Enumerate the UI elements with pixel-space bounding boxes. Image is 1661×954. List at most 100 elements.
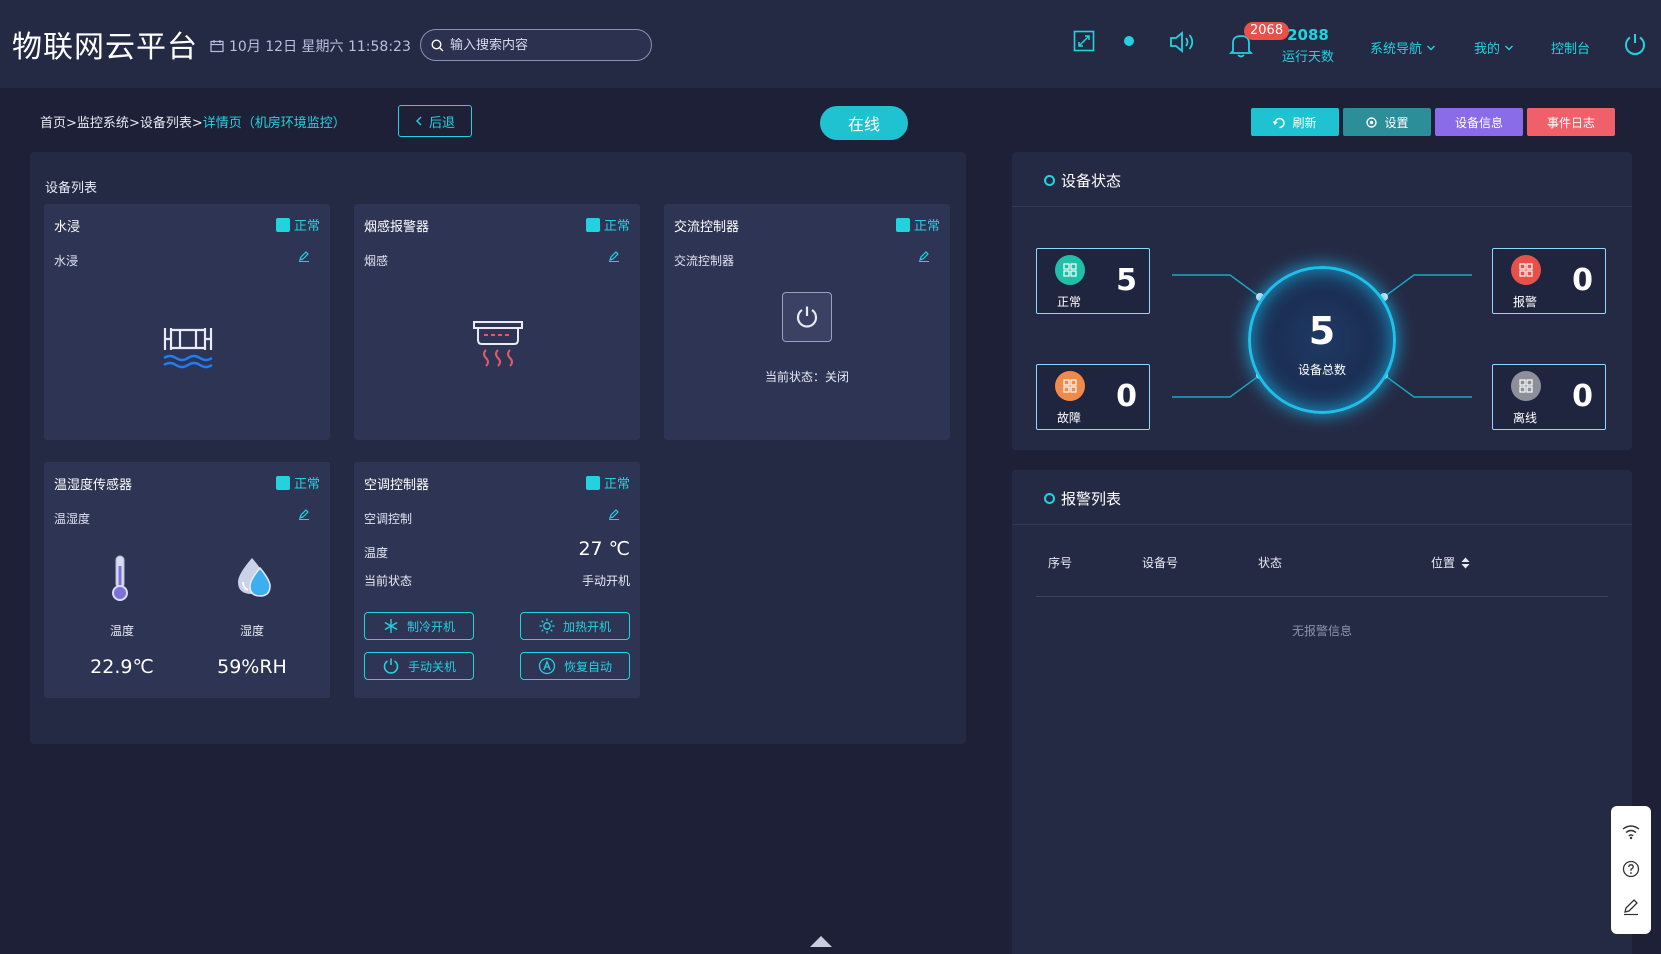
edit-icon[interactable] bbox=[608, 508, 620, 520]
back-label: 后退 bbox=[428, 114, 455, 130]
power-icon bbox=[383, 658, 399, 674]
aircon-state-value: 手动开机 bbox=[581, 574, 630, 588]
edit-icon[interactable] bbox=[608, 250, 620, 262]
stat-fault-value: 0 bbox=[1116, 379, 1137, 414]
nav-mine[interactable]: 我的 bbox=[1474, 38, 1514, 57]
edit-icon[interactable] bbox=[1622, 898, 1640, 916]
edit-icon[interactable] bbox=[298, 250, 310, 262]
status-badge: 正常 bbox=[275, 473, 320, 492]
nav-system[interactable]: 系统导航 bbox=[1370, 38, 1436, 57]
chevron-down-icon bbox=[1505, 45, 1514, 50]
card-subtitle: 空调控制 bbox=[364, 512, 413, 526]
table-header-divider bbox=[1036, 596, 1608, 597]
breadcrumb-home[interactable]: 首页 bbox=[40, 116, 66, 131]
device-status-title-text: 设备状态 bbox=[1061, 172, 1122, 190]
total-devices-label: 设备总数 bbox=[1297, 363, 1346, 377]
heat-on-button[interactable]: 加热开机 bbox=[520, 612, 630, 640]
stat-normal[interactable]: 正常 5 bbox=[1036, 248, 1150, 314]
status-square bbox=[275, 217, 290, 232]
refresh-button[interactable]: 刷新 bbox=[1251, 108, 1339, 136]
card-title: 水浸 bbox=[54, 220, 81, 235]
status-text: 正常 bbox=[293, 477, 320, 492]
device-list-title: 设备列表 bbox=[45, 181, 98, 196]
online-status-pill: 在线 bbox=[820, 106, 908, 140]
col-location[interactable]: 位置 bbox=[1431, 554, 1470, 571]
search-input[interactable] bbox=[450, 37, 630, 53]
power-icon bbox=[796, 306, 818, 328]
run-days: 2088 运行天数 bbox=[1282, 26, 1334, 65]
chevron-down-icon bbox=[1427, 45, 1436, 50]
breadcrumb: 首页>监控系统>设备列表>详情页（机房环境监控） bbox=[40, 112, 346, 131]
card-title: 温湿度传感器 bbox=[54, 478, 133, 493]
device-card-aircon[interactable]: 空调控制器 正常 空调控制 温度 27 ℃ 当前状态 手动开机 制冷开机 加热开… bbox=[354, 462, 640, 698]
temperature-value: 22.9℃ bbox=[90, 656, 154, 678]
nav-mine-label: 我的 bbox=[1474, 42, 1501, 57]
event-log-label: 事件日志 bbox=[1546, 115, 1595, 130]
ring-icon bbox=[1044, 175, 1055, 186]
status-badge: 正常 bbox=[275, 215, 320, 234]
stat-normal-value: 5 bbox=[1116, 263, 1137, 298]
cool-on-button[interactable]: 制冷开机 bbox=[364, 612, 474, 640]
stat-fault[interactable]: 故障 0 bbox=[1036, 364, 1150, 430]
power-icon[interactable] bbox=[1623, 32, 1647, 56]
gear-icon bbox=[1366, 116, 1378, 128]
normal-icon bbox=[1055, 255, 1085, 285]
empty-alarm-text: 无报警信息 bbox=[1291, 624, 1352, 638]
power-toggle-button[interactable] bbox=[782, 292, 832, 342]
status-text: 正常 bbox=[913, 219, 940, 234]
aircon-temp-value: 27 ℃ bbox=[578, 538, 630, 560]
device-info-button[interactable]: 设备信息 bbox=[1435, 108, 1523, 136]
refresh-label: 刷新 bbox=[1292, 115, 1317, 130]
device-card-smoke[interactable]: 烟感报警器 正常 烟感 bbox=[354, 204, 640, 440]
device-list-panel: 设备列表 水浸 正常 水浸 烟感报警器 正常 烟感 交流控制器 正常 交流控制器 bbox=[30, 152, 966, 744]
card-title: 空调控制器 bbox=[364, 478, 430, 493]
sun-icon bbox=[539, 618, 555, 634]
divider bbox=[1012, 524, 1632, 525]
cool-on-label: 制冷开机 bbox=[406, 619, 455, 634]
col-status: 状态 bbox=[1258, 556, 1283, 570]
edit-icon[interactable] bbox=[298, 508, 310, 520]
nav-console[interactable]: 控制台 bbox=[1551, 38, 1590, 57]
wifi-icon[interactable] bbox=[1622, 824, 1640, 840]
temperature-label: 温度 bbox=[109, 624, 134, 638]
help-icon[interactable] bbox=[1622, 860, 1640, 878]
manual-off-button[interactable]: 手动关机 bbox=[364, 652, 474, 680]
stat-offline-value: 0 bbox=[1572, 379, 1593, 414]
stat-offline[interactable]: 离线 0 bbox=[1492, 364, 1606, 430]
breadcrumb-monitor[interactable]: 监控系统 bbox=[77, 116, 129, 131]
status-square bbox=[585, 217, 600, 232]
nav-system-label: 系统导航 bbox=[1370, 42, 1423, 57]
status-dot-icon bbox=[1124, 36, 1134, 46]
device-card-water[interactable]: 水浸 正常 水浸 bbox=[44, 204, 330, 440]
alarm-icon bbox=[1511, 255, 1541, 285]
stat-fault-label: 故障 bbox=[1057, 411, 1082, 425]
nav-console-label: 控制台 bbox=[1551, 42, 1591, 57]
run-days-value: 2088 bbox=[1287, 26, 1329, 44]
device-card-ac-power[interactable]: 交流控制器 正常 交流控制器 当前状态：关闭 bbox=[664, 204, 950, 440]
settings-button[interactable]: 设置 bbox=[1343, 108, 1431, 136]
device-info-label: 设备信息 bbox=[1454, 115, 1503, 130]
total-devices-orb: 5 设备总数 bbox=[1248, 266, 1396, 414]
sort-icon[interactable] bbox=[1461, 557, 1470, 569]
alarm-list-title: 报警列表 bbox=[1044, 488, 1121, 509]
fullscreen-icon[interactable] bbox=[1073, 30, 1095, 52]
volume-icon[interactable] bbox=[1169, 30, 1197, 54]
breadcrumb-device-list[interactable]: 设备列表 bbox=[140, 116, 192, 131]
edit-icon[interactable] bbox=[918, 250, 930, 262]
stat-alarm[interactable]: 报警 0 bbox=[1492, 248, 1606, 314]
run-days-label: 运行天数 bbox=[1282, 50, 1335, 65]
water-leak-icon bbox=[163, 328, 213, 369]
datetime: 10月 12日 星期六 11:58:23 bbox=[210, 36, 411, 56]
scroll-up-icon[interactable] bbox=[810, 936, 832, 947]
col-index: 序号 bbox=[1048, 556, 1073, 570]
back-button[interactable]: 后退 bbox=[398, 105, 472, 137]
restore-auto-button[interactable]: 恢复自动 bbox=[520, 652, 630, 680]
stat-alarm-label: 报警 bbox=[1513, 295, 1538, 309]
card-subtitle: 水浸 bbox=[54, 254, 79, 268]
search-box[interactable] bbox=[420, 29, 652, 61]
breadcrumb-current: 详情页（机房环境监控） bbox=[202, 116, 346, 131]
status-square bbox=[895, 217, 910, 232]
alarm-list-title-text: 报警列表 bbox=[1061, 490, 1122, 508]
event-log-button[interactable]: 事件日志 bbox=[1527, 108, 1615, 136]
device-card-th-sensor[interactable]: 温湿度传感器 正常 温湿度 温度 湿度 22.9℃ 59%RH bbox=[44, 462, 330, 698]
